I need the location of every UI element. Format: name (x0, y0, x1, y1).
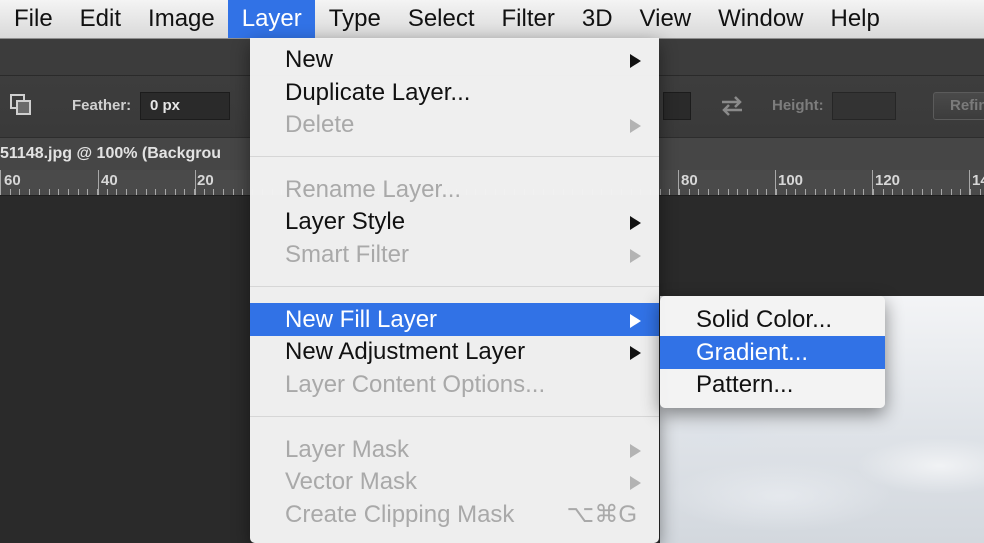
height-label: Height: (772, 97, 824, 114)
menu-view[interactable]: View (626, 0, 705, 38)
menu-item-delete: Delete (250, 108, 659, 141)
menu-item-label: Create Clipping Mask (285, 501, 515, 528)
menu-separator (250, 156, 659, 157)
refine-edge-button[interactable]: Refine (933, 92, 984, 120)
menu-item-label: New Fill Layer (285, 306, 438, 333)
submenu-arrow-icon (630, 314, 641, 328)
submenu-arrow-icon (630, 216, 641, 230)
menu-item-duplicate-layer[interactable]: Duplicate Layer... (250, 76, 659, 109)
ruler-label: 60 (4, 172, 21, 189)
swap-dimensions-icon[interactable] (718, 94, 746, 118)
ruler-label: 80 (681, 172, 698, 189)
menu-item-pattern[interactable]: Pattern... (660, 368, 885, 401)
menu-item-layer-content-options: Layer Content Options... (250, 368, 659, 401)
menu-item-new-fill-layer[interactable]: New Fill Layer (250, 303, 659, 336)
height-input[interactable] (832, 92, 896, 120)
menu-window[interactable]: Window (704, 0, 816, 38)
menu-item-new-adjustment-layer[interactable]: New Adjustment Layer (250, 335, 659, 368)
menu-item-label: Vector Mask (285, 468, 418, 495)
menu-item-label: Rename Layer... (285, 176, 462, 203)
submenu-arrow-icon (630, 444, 641, 458)
menu-edit[interactable]: Edit (66, 0, 134, 38)
menu-item-vector-mask: Vector Mask (250, 465, 659, 498)
ruler-label: 20 (197, 172, 214, 189)
menu-select[interactable]: Select (394, 0, 488, 38)
feather-input[interactable]: 0 px (140, 92, 230, 120)
submenu-arrow-icon (630, 119, 641, 133)
ruler-label: 120 (875, 172, 901, 189)
menu-3d[interactable]: 3D (568, 0, 626, 38)
submenu-arrow-icon (630, 346, 641, 360)
menu-item-label: New (285, 46, 334, 73)
menu-item-label: Duplicate Layer... (285, 79, 471, 106)
submenu-arrow-icon (630, 476, 641, 490)
intersect-selection-icon[interactable] (8, 92, 34, 118)
menu-layer[interactable]: Layer (227, 0, 315, 38)
menu-separator (250, 416, 659, 417)
menu-item-label: Layer Style (285, 208, 406, 235)
submenu-arrow-icon (630, 54, 641, 68)
menu-item-new[interactable]: New (250, 43, 659, 76)
menu-type[interactable]: Type (315, 0, 394, 38)
menu-item-shortcut: ⌥⌘G (566, 501, 637, 528)
menu-item-layer-style[interactable]: Layer Style (250, 205, 659, 238)
menu-help[interactable]: Help (817, 0, 893, 38)
menu-separator (250, 286, 659, 287)
menu-item-label: Layer Mask (285, 436, 410, 463)
menu-filter[interactable]: Filter (488, 0, 568, 38)
app-menubar: File Edit Image Layer Type Select Filter… (0, 0, 984, 39)
menu-item-label: Delete (285, 111, 355, 138)
document-tab-title: 51148.jpg @ 100% (Backgrou (0, 145, 222, 162)
menu-item-label: Gradient... (696, 339, 809, 366)
ruler-label: 14 (972, 172, 984, 189)
ruler-label: 100 (778, 172, 804, 189)
ruler-label: 40 (101, 172, 118, 189)
menu-item-label: Solid Color... (696, 306, 833, 333)
menu-item-rename-layer: Rename Layer... (250, 173, 659, 206)
feather-label: Feather: (72, 97, 132, 114)
width-input[interactable] (663, 92, 691, 120)
menu-item-label: New Adjustment Layer (285, 338, 526, 365)
new-fill-layer-submenu: Solid Color... Gradient... Pattern... (660, 296, 885, 408)
menu-item-layer-mask: Layer Mask (250, 433, 659, 466)
menu-image[interactable]: Image (134, 0, 228, 38)
menu-item-solid-color[interactable]: Solid Color... (660, 303, 885, 336)
menu-item-gradient[interactable]: Gradient... (660, 336, 885, 369)
menu-item-label: Layer Content Options... (285, 371, 546, 398)
submenu-arrow-icon (630, 249, 641, 263)
menu-item-smart-filter: Smart Filter (250, 238, 659, 271)
menu-item-label: Smart Filter (285, 241, 410, 268)
menu-item-label: Pattern... (696, 371, 794, 398)
menu-item-create-clipping-mask: Create Clipping Mask ⌥⌘G (250, 498, 659, 531)
menu-file[interactable]: File (0, 0, 66, 38)
layer-menu: New Duplicate Layer... Delete Rename Lay… (250, 38, 659, 543)
